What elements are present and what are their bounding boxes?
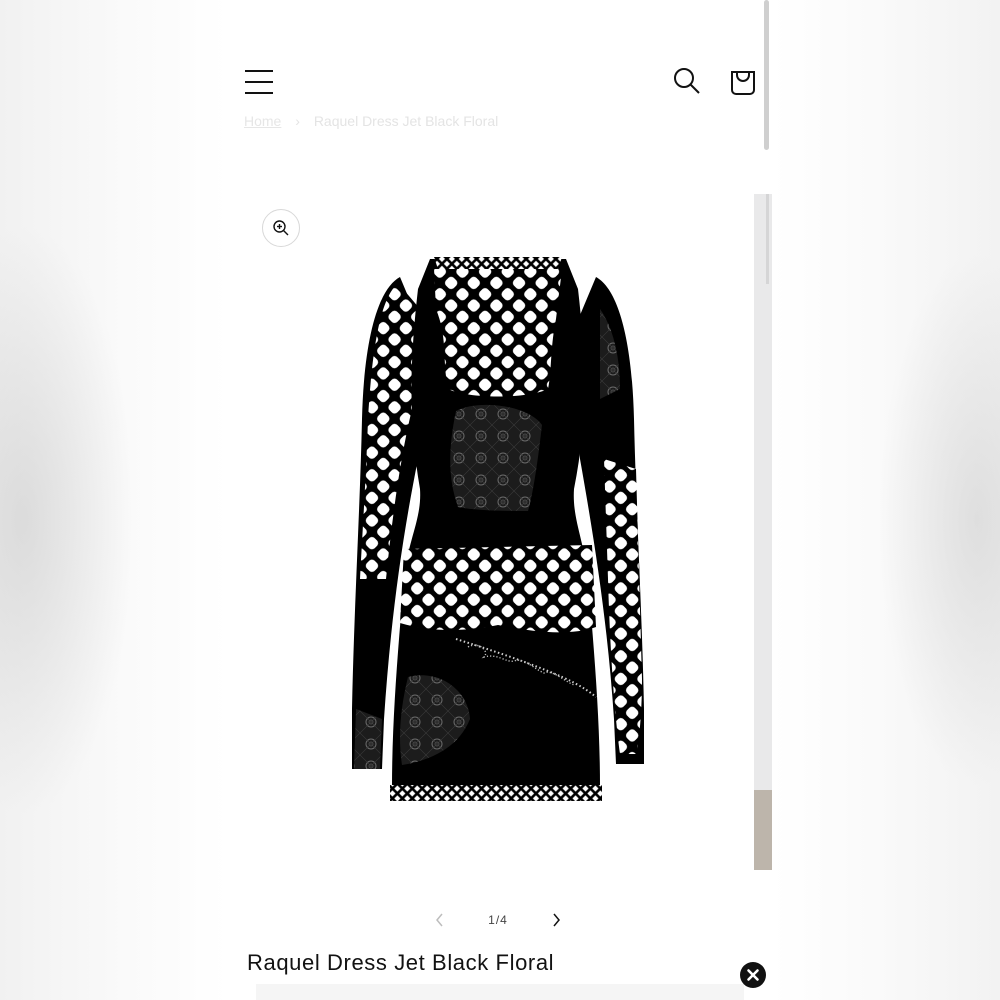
chevron-left-icon[interactable] (428, 908, 452, 932)
gallery-pager: 1/4 (428, 908, 568, 932)
scrollbar[interactable] (764, 0, 769, 150)
search-icon[interactable] (672, 66, 702, 96)
breadcrumb-home-link[interactable]: Home (244, 113, 281, 129)
close-icon[interactable] (740, 962, 766, 988)
bottom-popup-panel (256, 984, 744, 1000)
product-gallery (228, 194, 754, 870)
cart-icon[interactable] (728, 64, 758, 96)
breadcrumb: Home › Raquel Dress Jet Black Floral (244, 113, 498, 129)
breadcrumb-current: Raquel Dress Jet Black Floral (313, 113, 499, 129)
zoom-in-icon[interactable] (262, 209, 300, 247)
gallery-count: 1/4 (488, 913, 508, 927)
blurred-background-left (0, 0, 228, 1000)
hamburger-menu-icon[interactable] (244, 68, 274, 96)
preview-floor (754, 790, 772, 870)
breadcrumb-separator: › (295, 113, 300, 129)
preview-bar (766, 194, 769, 284)
product-image[interactable] (338, 249, 658, 809)
blurred-background-right (772, 0, 1000, 1000)
product-title: Raquel Dress Jet Black Floral (247, 950, 555, 975)
mobile-product-page: Home › Raquel Dress Jet Black Floral 1/4… (228, 0, 772, 1000)
chevron-right-icon[interactable] (544, 908, 568, 932)
next-image-preview[interactable] (754, 194, 772, 870)
